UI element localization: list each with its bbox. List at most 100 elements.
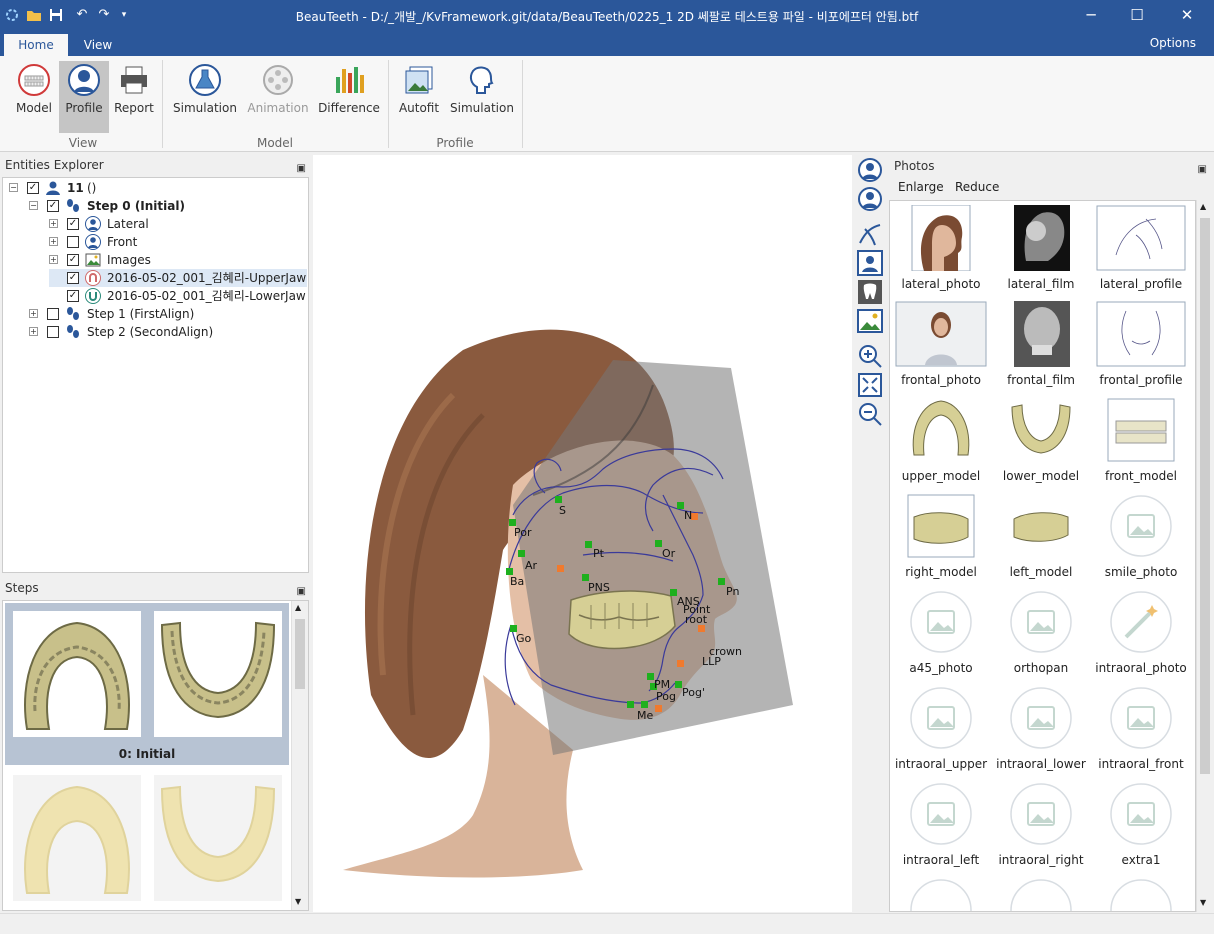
photo-tile[interactable]: lower_model [992, 395, 1090, 491]
tree-root-suffix: () [87, 181, 97, 195]
photo-tile[interactable]: intraoral_left [892, 779, 990, 875]
undo-icon[interactable]: ↶ [74, 7, 90, 23]
checkbox[interactable] [67, 236, 79, 248]
teeth-icon [18, 64, 50, 96]
checkbox[interactable]: ✓ [27, 182, 39, 194]
collapse-icon[interactable]: − [29, 201, 38, 210]
image-icon[interactable] [857, 308, 883, 334]
checkbox[interactable]: ✓ [67, 218, 79, 230]
photo-tile[interactable] [892, 875, 990, 911]
checkbox[interactable]: ✓ [67, 290, 79, 302]
tree-node-step1[interactable]: + Step 1 (FirstAlign) [29, 305, 299, 323]
photo-tile[interactable]: intraoral_photo [1092, 587, 1190, 683]
tree-node-step2[interactable]: + Step 2 (SecondAlign) [29, 323, 299, 341]
pin-icon[interactable]: ▣ [1198, 159, 1207, 181]
tab-home[interactable]: Home [4, 34, 68, 56]
photo-tile[interactable]: front_model [1092, 395, 1190, 491]
step-card-next[interactable] [5, 769, 289, 909]
photo-tile[interactable]: left_model [992, 491, 1090, 587]
tree-node-step0[interactable]: − ✓ Step 0 (Initial) [29, 197, 299, 215]
tree-node-lowerjaw[interactable]: ✓ 2016-05-02_001_김혜리-LowerJaw [49, 287, 306, 305]
options-menu[interactable]: Options [1150, 36, 1196, 50]
ribbon-tabs: Home View Options [0, 32, 1214, 56]
photo-label: orthopan [1013, 661, 1069, 675]
photo-tile[interactable]: smile_photo [1092, 491, 1190, 587]
photo-tile[interactable]: lateral_profile [1092, 203, 1190, 299]
upper-model-thumbnail [912, 400, 970, 456]
photo-tile[interactable]: frontal_photo [892, 299, 990, 395]
zoom-out-icon[interactable] [857, 401, 883, 427]
placeholder-image-icon [1110, 783, 1172, 845]
profile-viewport[interactable]: S Por N Pt Or Ar Ba PNS Pn ANS Point roo… [313, 155, 852, 912]
redo-icon[interactable]: ↷ [96, 7, 112, 23]
landmark-label: Pn [726, 585, 739, 598]
scroll-down-icon[interactable]: ▼ [295, 897, 301, 906]
report-button[interactable]: Report [112, 61, 156, 133]
photo-tile[interactable]: intraoral_lower [992, 683, 1090, 779]
scroll-thumb[interactable] [295, 619, 305, 689]
tree-node-front[interactable]: + Front [49, 233, 299, 251]
enlarge-button[interactable]: Enlarge [898, 180, 944, 194]
photo-tile[interactable]: lateral_photo [892, 203, 990, 299]
scroll-up-icon[interactable]: ▲ [295, 603, 301, 612]
photo-tile[interactable]: intraoral_right [992, 779, 1090, 875]
checkbox[interactable] [47, 308, 59, 320]
photo-tile[interactable]: lateral_film [992, 203, 1090, 299]
tree-node-images[interactable]: + ✓ Images [49, 251, 299, 269]
expand-icon[interactable]: + [49, 219, 58, 228]
photo-tile[interactable] [992, 875, 1090, 911]
profile-lateral-icon[interactable] [857, 157, 883, 183]
photos-scrollbar[interactable]: ▲ ▼ [1196, 200, 1212, 912]
tab-view[interactable]: View [72, 34, 124, 56]
animation-button[interactable]: Animation [246, 61, 310, 133]
expand-icon[interactable]: + [29, 309, 38, 318]
checkbox[interactable]: ✓ [67, 272, 79, 284]
steps-scrollbar[interactable]: ▲ ▼ [291, 601, 308, 910]
photo-tile[interactable]: a45_photo [892, 587, 990, 683]
scroll-down-icon[interactable]: ▼ [1200, 898, 1206, 907]
open-folder-icon[interactable] [26, 7, 42, 23]
tooth-icon[interactable] [857, 279, 883, 305]
photo-tile[interactable]: upper_model [892, 395, 990, 491]
minimize-button[interactable]: ─ [1068, 0, 1114, 32]
scroll-thumb[interactable] [1200, 218, 1210, 774]
photo-tile[interactable]: orthopan [992, 587, 1090, 683]
photo-tile[interactable]: intraoral_upper [892, 683, 990, 779]
difference-button[interactable]: Difference [317, 61, 381, 133]
reduce-button[interactable]: Reduce [955, 180, 999, 194]
steps-title: Steps [5, 581, 39, 595]
checkbox[interactable]: ✓ [67, 254, 79, 266]
expand-icon[interactable]: + [49, 237, 58, 246]
photo-tile[interactable]: frontal_film [992, 299, 1090, 395]
photo-tile[interactable] [1092, 875, 1190, 911]
expand-icon[interactable]: + [49, 255, 58, 264]
photo-tile[interactable]: extra1 [1092, 779, 1190, 875]
photo-tile[interactable]: frontal_profile [1092, 299, 1190, 395]
expand-icon[interactable]: + [29, 327, 38, 336]
profile-simulation-button[interactable]: Simulation [450, 61, 514, 133]
maximize-button[interactable]: ☐ [1114, 0, 1160, 32]
photo-tile[interactable]: intraoral_front [1092, 683, 1190, 779]
simulation-button[interactable]: Simulation [172, 61, 238, 133]
tree-node-lateral[interactable]: + ✓ Lateral [49, 215, 299, 233]
photo-tile[interactable]: right_model [892, 491, 990, 587]
collapse-icon[interactable]: − [9, 183, 18, 192]
autofit-button[interactable]: Autofit [396, 61, 442, 133]
portrait-icon[interactable] [857, 250, 883, 276]
profile-button[interactable]: Profile [59, 61, 109, 133]
quick-access-dropdown-icon[interactable]: ▾ [116, 7, 132, 23]
checkbox[interactable]: ✓ [47, 200, 59, 212]
cephalometric-overlay[interactable]: S Por N Pt Or Ar Ba PNS Pn ANS Point roo… [313, 155, 852, 912]
profile-front-icon[interactable] [857, 186, 883, 212]
fit-icon[interactable] [857, 372, 883, 398]
step-card-initial[interactable]: 0: Initial [5, 603, 289, 765]
tree-node-root[interactable]: − ✓ 11 () [9, 179, 299, 197]
close-button[interactable]: ✕ [1164, 0, 1210, 32]
checkbox[interactable] [47, 326, 59, 338]
curve-tool-icon[interactable] [857, 221, 883, 247]
zoom-in-icon[interactable] [857, 343, 883, 369]
tree-node-upperjaw[interactable]: ✓ 2016-05-02_001_김혜리-UpperJaw [49, 269, 307, 287]
scroll-up-icon[interactable]: ▲ [1200, 202, 1206, 211]
model-button[interactable]: Model [10, 61, 58, 133]
save-icon[interactable] [48, 7, 64, 23]
